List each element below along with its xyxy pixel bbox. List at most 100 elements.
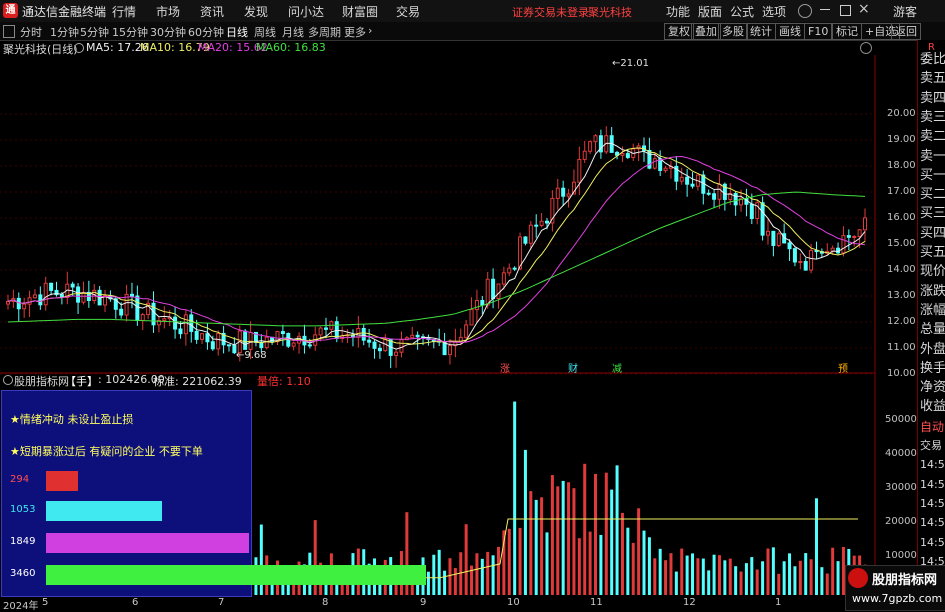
close-icon[interactable]: × (858, 1, 870, 17)
volume-bar (707, 570, 711, 595)
menu-news[interactable]: 资讯 (200, 3, 224, 20)
volume-bar (594, 473, 598, 595)
volume-bar (599, 534, 603, 595)
btn-draw[interactable]: 画线 (775, 23, 805, 40)
volume-bar (761, 561, 765, 595)
volume-bar (674, 571, 678, 595)
sidebar-item[interactable]: 买一 (920, 168, 945, 184)
date-axis: 2024年 5 6 7 8 9 10 11 12 1 (0, 597, 875, 612)
sidebar-item[interactable]: 卖三 (920, 110, 945, 126)
volume-bar (836, 561, 840, 595)
btn-fuquan[interactable]: 复权 (664, 23, 694, 40)
tab-monthly[interactable]: 月线 (282, 24, 304, 40)
menu-layout[interactable]: 版面 (698, 3, 722, 20)
watermark-logo-icon (848, 568, 868, 588)
volume-bar (793, 566, 797, 595)
volume-tick: 30000 (885, 482, 917, 493)
volume-bar (550, 475, 554, 595)
sidebar-item[interactable]: 14:56 (920, 457, 945, 473)
sidebar-item[interactable]: 交易 (920, 438, 942, 454)
volume-bar (437, 549, 441, 595)
guest-label[interactable]: 游客 (893, 3, 917, 20)
chart-settings-icon[interactable] (860, 42, 872, 54)
candle-body (588, 141, 593, 152)
candle-body (507, 267, 512, 274)
menu-options[interactable]: 选项 (762, 3, 786, 20)
sidebar-item[interactable]: 收益 (920, 399, 945, 415)
tip-emotion: ★情绪冲动 未设止盈止损 (10, 413, 134, 426)
volume-settings-icon[interactable] (3, 375, 13, 385)
tab-weekly[interactable]: 周线 (254, 24, 276, 40)
sidebar-item[interactable]: 买二 (920, 187, 945, 203)
back-icon[interactable] (3, 25, 15, 38)
btn-multi-stock[interactable]: 多股 (718, 23, 748, 40)
bar-1053 (46, 501, 162, 521)
sidebar-item[interactable]: 卖四 (920, 91, 945, 107)
settings-icon[interactable] (798, 4, 812, 18)
sidebar-item[interactable]: 外盘 (920, 342, 945, 358)
tab-30min[interactable]: 30分钟 (150, 24, 186, 40)
volume-bar (480, 558, 484, 595)
tab-60min[interactable]: 60分钟 (188, 24, 224, 40)
sidebar-item[interactable]: 买五 (920, 245, 945, 261)
sidebar-item[interactable]: 涨跌 (920, 284, 945, 300)
menu-ask[interactable]: 问小达 (288, 3, 324, 20)
sidebar-item[interactable]: 买四 (920, 226, 945, 242)
tab-5min[interactable]: 5分钟 (80, 24, 109, 40)
tab-1min[interactable]: 1分钟 (50, 24, 79, 40)
candle-body (496, 283, 501, 300)
btn-stats[interactable]: 统计 (746, 23, 776, 40)
sidebar-item[interactable]: 买三 (920, 206, 945, 222)
tab-more[interactable]: 更多 (344, 24, 366, 40)
maximize-icon[interactable] (840, 5, 851, 16)
candle-body (70, 283, 75, 288)
menu-quotes[interactable]: 行情 (112, 3, 136, 20)
sidebar-item[interactable]: 委比 (920, 52, 945, 68)
sidebar-item[interactable]: 卖五 (920, 71, 945, 87)
sidebar-item[interactable]: 14:56 (920, 535, 945, 551)
sidebar-item[interactable]: 卖一 (920, 149, 945, 165)
volume-bar (491, 555, 495, 595)
sidebar-item[interactable]: 14:56 (920, 515, 945, 531)
marker-finance: 财 (568, 364, 578, 375)
login-notice[interactable]: 证券交易未登录 (512, 4, 589, 20)
sidebar-item[interactable]: 净资 (920, 380, 945, 396)
indicator-settings-icon[interactable] (74, 43, 84, 53)
candle-body (803, 261, 808, 271)
minimize-icon[interactable] (820, 9, 830, 10)
date-tick: 7 (218, 597, 225, 608)
menu-discover[interactable]: 发现 (244, 3, 268, 20)
sidebar-item[interactable]: 卖二 (920, 129, 945, 145)
candle-body (712, 193, 717, 200)
btn-return[interactable]: 返回 (891, 23, 921, 40)
chevron-right-icon[interactable]: › (368, 24, 372, 37)
candle-body (119, 308, 124, 316)
sidebar-item[interactable]: 涨幅 (920, 303, 945, 319)
stock-name-link[interactable]: 聚光科技 (588, 4, 632, 20)
candle-body (593, 135, 598, 143)
sidebar-item[interactable]: 自动 (920, 419, 944, 435)
sidebar-item[interactable]: 换手 (920, 361, 945, 377)
sidebar-item[interactable]: 总量 (920, 322, 945, 338)
menu-function[interactable]: 功能 (666, 3, 690, 20)
tab-timeshare[interactable]: 分时 (20, 24, 42, 40)
candle-body (469, 309, 474, 326)
tab-multi-period[interactable]: 多周期 (308, 24, 341, 40)
candle-body (841, 235, 846, 254)
sidebar-item[interactable]: 14:56 (920, 477, 945, 493)
candle-body (792, 248, 797, 263)
sidebar-item[interactable]: 14:56 (920, 496, 945, 512)
menu-trade[interactable]: 交易 (396, 3, 420, 20)
candle-body (324, 327, 329, 330)
btn-overlay[interactable]: 叠加 (691, 23, 721, 40)
candle-body (544, 220, 549, 224)
btn-f10[interactable]: F10 (804, 23, 833, 40)
menu-formula[interactable]: 公式 (730, 3, 754, 20)
sidebar-item[interactable]: 现价 (920, 264, 945, 280)
menu-market[interactable]: 市场 (156, 3, 180, 20)
tab-15min[interactable]: 15分钟 (112, 24, 148, 40)
btn-mark[interactable]: 标记 (832, 23, 862, 40)
candle-body (679, 176, 684, 182)
tab-daily[interactable]: 日线 (226, 24, 248, 40)
menu-wealth[interactable]: 财富圈 (342, 3, 378, 20)
